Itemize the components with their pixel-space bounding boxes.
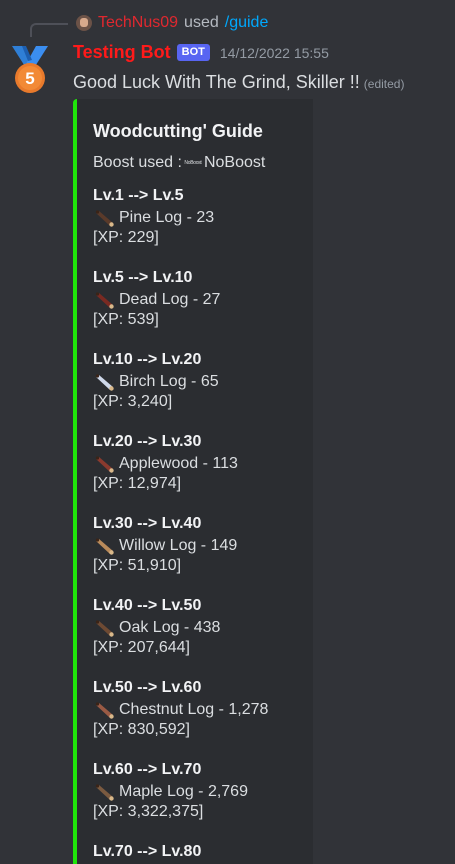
medal-icon: 5 — [12, 46, 48, 93]
boost-value: NoBoost — [203, 154, 266, 171]
embed-field: Lv.5 --> Lv.10 Dead Log - 27 [XP: 539] — [93, 268, 297, 330]
field-log-text: Chestnut Log - 1,278 — [119, 701, 269, 718]
field-xp: [XP: 207,644] — [93, 639, 190, 656]
oak-log-icon — [95, 620, 114, 637]
field-name: Lv.30 --> Lv.40 — [93, 515, 202, 532]
boost-line: Boost used : NoBoost NoBoost — [93, 153, 297, 173]
field-log-line: Chestnut Log - 1,278 — [93, 700, 297, 720]
embed: Woodcutting' Guide Boost used : NoBoost … — [73, 99, 313, 864]
field-name: Lv.20 --> Lv.30 — [93, 433, 202, 450]
field-log-text: Applewood - 113 — [119, 455, 238, 472]
willow-log-icon — [95, 538, 114, 555]
field-log-line: Pine Log - 23 — [93, 208, 297, 228]
timestamp[interactable]: 14/12/2022 15:55 — [220, 45, 329, 61]
embed-field: Lv.30 --> Lv.40 Willow Log - 149 [XP: 51,9… — [93, 514, 297, 576]
boost-label: Boost used : — [93, 154, 182, 171]
field-name: Lv.40 --> Lv.50 — [93, 597, 202, 614]
applewood-icon — [95, 456, 114, 473]
embed-fields: Lv.1 --> Lv.5 Pine Log - 23 [XP: 229] Lv.5 … — [93, 186, 297, 864]
birch-log-icon — [95, 374, 114, 391]
embed-field: Lv.10 --> Lv.20 Birch Log - 65 [XP: 3,240] — [93, 350, 297, 412]
field-log-text: Dead Log - 27 — [119, 291, 221, 308]
embed-field: Lv.60 --> Lv.70 Maple Log - 2,769 [XP: 3,3… — [93, 760, 297, 822]
medal-number: 5 — [25, 69, 34, 88]
dead-log-icon — [95, 292, 114, 309]
author-name[interactable]: Testing Bot — [73, 42, 171, 63]
field-name: Lv.1 --> Lv.5 — [93, 187, 184, 204]
reply-reference[interactable]: TechNus09 used /guide — [76, 13, 268, 33]
noboost-emoji-icon: NoBoost — [184, 160, 202, 166]
field-log-text: Oak Log - 438 — [119, 619, 221, 636]
field-xp: [XP: 830,592] — [93, 721, 190, 738]
field-xp: [XP: 229] — [93, 229, 159, 246]
field-xp: [XP: 3,322,375] — [93, 803, 204, 820]
embed-field: Lv.50 --> Lv.60 Chestnut Log - 1,278 [XP: … — [93, 678, 297, 740]
pine-log-icon — [95, 210, 114, 227]
field-log-text: Maple Log - 2,769 — [119, 783, 248, 800]
field-log-text: Birch Log - 65 — [119, 373, 219, 390]
embed-title: Woodcutting' Guide — [93, 121, 263, 141]
reply-used-text: used — [184, 14, 219, 31]
field-name: Lv.60 --> Lv.70 — [93, 761, 202, 778]
field-log-line: Willow Log - 149 — [93, 536, 297, 556]
field-xp: [XP: 12,974] — [93, 475, 182, 492]
field-xp: [XP: 539] — [93, 311, 159, 328]
maple-log-icon — [95, 784, 114, 801]
discord-message: TechNus09 used /guide 5 Testing Bot BOT … — [0, 0, 455, 864]
field-xp: [XP: 3,240] — [93, 393, 173, 410]
field-log-line: Maple Log - 2,769 — [93, 782, 297, 802]
reply-command[interactable]: /guide — [225, 13, 269, 33]
field-name: Lv.5 --> Lv.10 — [93, 269, 193, 286]
field-name: Lv.50 --> Lv.60 — [93, 679, 202, 696]
message-text: Good Luck With The Grind, Skiller !! — [73, 72, 360, 92]
message-content: Good Luck With The Grind, Skiller !! (edi… — [73, 70, 404, 96]
bot-avatar[interactable]: 5 — [10, 44, 50, 96]
field-name: Lv.70 --> Lv.80 — [93, 843, 202, 860]
edited-label: (edited) — [363, 77, 405, 91]
embed-field: Lv.70 --> Lv.80Olive Log - 7,384 — [93, 842, 297, 864]
bot-tag: BOT — [176, 44, 210, 61]
message-header: Testing Bot BOT 14/12/2022 15:55 — [73, 42, 329, 63]
reply-avatar[interactable] — [76, 15, 92, 31]
field-xp: [XP: 51,910] — [93, 557, 182, 574]
field-log-line: Applewood - 113 — [93, 454, 297, 474]
field-log-line: Dead Log - 27 — [93, 290, 297, 310]
embed-field: Lv.40 --> Lv.50 Oak Log - 438 [XP: 207,644… — [93, 596, 297, 658]
field-log-text: Willow Log - 149 — [119, 537, 238, 554]
field-log-line: Oak Log - 438 — [93, 618, 297, 638]
chestnut-log-icon — [95, 702, 114, 719]
field-log-line: Birch Log - 65 — [93, 372, 297, 392]
field-log-text: Pine Log - 23 — [119, 209, 215, 226]
embed-field: Lv.1 --> Lv.5 Pine Log - 23 [XP: 229] — [93, 186, 297, 248]
reply-username[interactable]: TechNus09 — [98, 13, 178, 33]
field-name: Lv.10 --> Lv.20 — [93, 351, 202, 368]
reply-connector — [30, 23, 68, 37]
embed-field: Lv.20 --> Lv.30 Applewood - 113 [XP: 12,97… — [93, 432, 297, 494]
